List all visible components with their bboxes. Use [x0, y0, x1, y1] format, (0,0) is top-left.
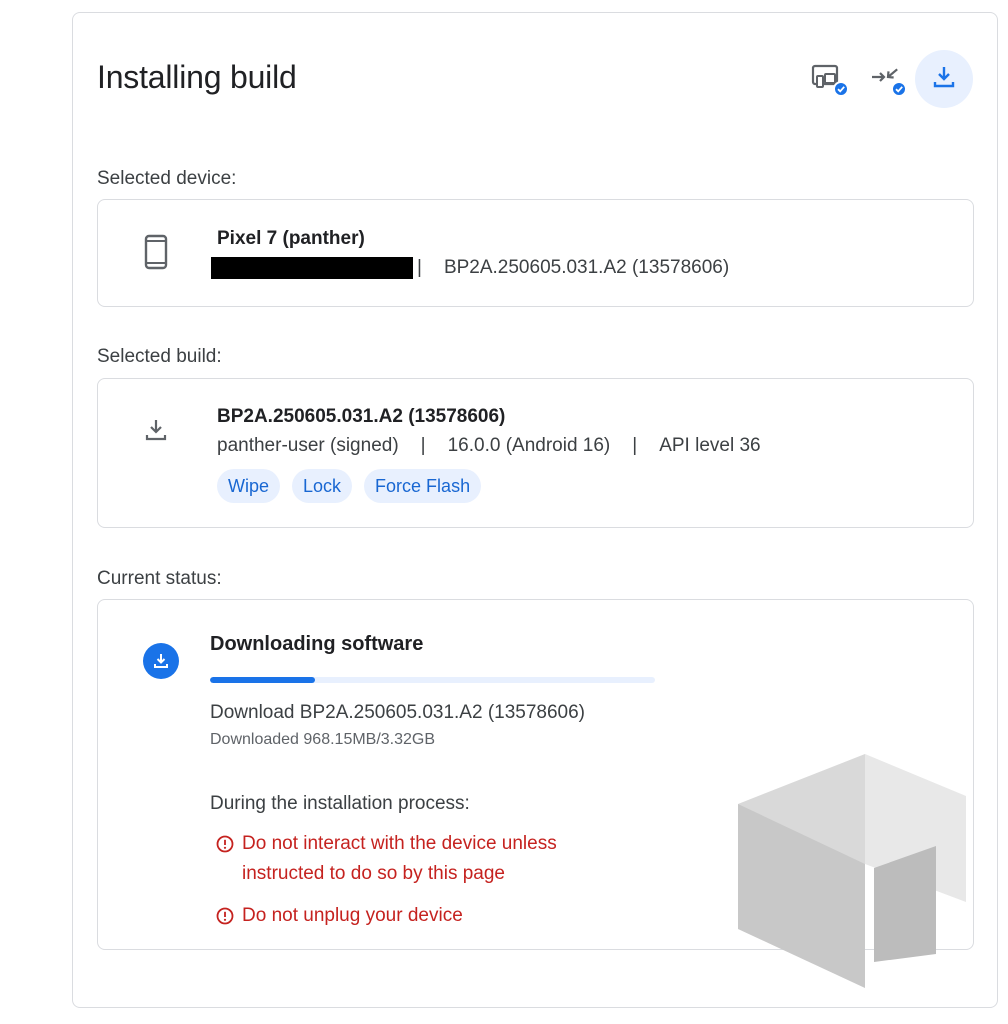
download-progress-fill	[210, 677, 316, 683]
separator: |	[632, 435, 638, 456]
completed-check-icon	[833, 81, 849, 97]
separator: |	[417, 257, 422, 278]
step-device-connect	[799, 50, 857, 108]
watermark-cube-icon	[738, 754, 966, 988]
download-progress-bar	[210, 677, 655, 683]
warning-item: Do not unplug your device	[216, 901, 463, 931]
build-chips: Wipe Lock Force Flash	[217, 469, 482, 503]
step-download	[915, 50, 973, 108]
warning-text: Do not interact with the device unless i…	[242, 833, 557, 884]
chip-wipe: Wipe	[217, 469, 281, 503]
build-card: BP2A.250605.031.A2 (13578606) panther-us…	[97, 378, 974, 528]
selected-device-label: Selected device:	[97, 168, 237, 189]
warning-item: Do not interact with the device unless i…	[216, 829, 636, 889]
build-details: panther-user (signed) | 16.0.0 (Android …	[217, 435, 761, 457]
completed-check-icon	[891, 81, 907, 97]
selected-build-label: Selected build:	[97, 346, 222, 367]
during-install-label: During the installation process:	[210, 793, 470, 814]
device-details: | BP2A.250605.031.A2 (13578606)	[211, 257, 729, 279]
download-icon	[143, 417, 169, 443]
device-build: BP2A.250605.031.A2 (13578606)	[443, 257, 730, 278]
warning-icon	[216, 907, 234, 925]
downloaded-amount: Downloaded 968.15MB/3.32GB	[210, 731, 436, 748]
download-icon	[931, 64, 957, 95]
current-status-label: Current status:	[97, 568, 222, 589]
warning-text: Do not unplug your device	[242, 905, 463, 926]
page-title: Installing build	[97, 59, 297, 95]
redacted-serial	[211, 257, 413, 279]
chip-lock: Lock	[292, 469, 353, 503]
build-id: BP2A.250605.031.A2 (13578606)	[217, 406, 506, 427]
status-title: Downloading software	[210, 633, 424, 655]
device-name: Pixel 7 (panther)	[217, 228, 365, 249]
step-transfer	[857, 50, 915, 108]
phone-icon	[144, 234, 168, 270]
download-status-icon	[143, 643, 179, 679]
build-version: 16.0.0 (Android 16)	[447, 435, 611, 456]
build-api-level: API level 36	[659, 435, 761, 456]
warning-icon	[216, 835, 234, 853]
device-card: Pixel 7 (panther) | BP2A.250605.031.A2 (…	[97, 199, 974, 307]
chip-force-flash: Force Flash	[364, 469, 482, 503]
download-description: Download BP2A.250605.031.A2 (13578606)	[210, 702, 586, 723]
separator: |	[420, 435, 426, 456]
step-indicator	[799, 49, 973, 109]
build-variant: panther-user (signed)	[217, 435, 399, 456]
